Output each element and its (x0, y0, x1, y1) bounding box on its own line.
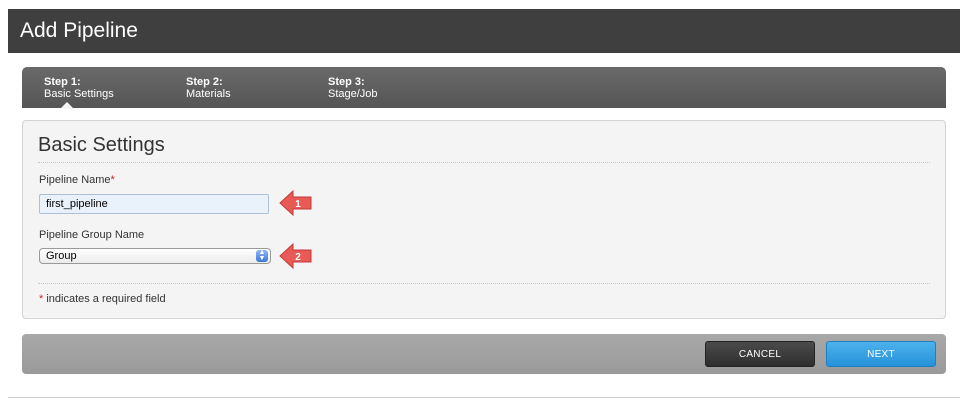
footnote-text: indicates a required field (43, 293, 166, 305)
required-mark: * (110, 174, 115, 186)
step-number: Step 2: (186, 76, 223, 88)
pipeline-name-input[interactable] (39, 194, 269, 214)
callout-arrow-2: 2 (279, 243, 312, 269)
callout-number-1: 1 (295, 199, 301, 210)
page-title: Add Pipeline (20, 19, 138, 42)
wizard-steps: Step 1: Basic Settings Step 2: Materials… (22, 67, 946, 109)
pipeline-name-label: Pipeline Name* (39, 174, 115, 186)
page-header: Add Pipeline (8, 9, 960, 53)
panel-title: Basic Settings (38, 134, 165, 156)
pipeline-name-label-text: Pipeline Name (39, 174, 111, 186)
step-number: Step 3: (328, 76, 365, 88)
step-name: Materials (186, 88, 231, 100)
step-materials[interactable]: Step 2: Materials (186, 76, 231, 100)
select-arrows-icon: ▲ ▼ (256, 249, 268, 262)
divider (38, 283, 930, 284)
pipeline-group-select[interactable]: Group ▲ ▼ (39, 248, 271, 264)
step-stage-job[interactable]: Step 3: Stage/Job (328, 76, 378, 100)
divider (38, 162, 930, 163)
required-footnote: * indicates a required field (39, 293, 166, 305)
wizard-footer: CANCEL NEXT (22, 334, 946, 374)
bottom-divider (8, 397, 960, 398)
callout-arrow-1: 1 (279, 190, 312, 216)
next-button[interactable]: NEXT (826, 341, 936, 367)
basic-settings-panel: Basic Settings Pipeline Name* 1 Pipeline… (22, 120, 946, 319)
active-step-indicator (60, 102, 74, 109)
step-number: Step 1: (44, 76, 81, 88)
cancel-button[interactable]: CANCEL (705, 341, 815, 367)
step-basic-settings[interactable]: Step 1: Basic Settings (44, 76, 114, 100)
step-name: Stage/Job (328, 88, 378, 100)
step-name: Basic Settings (44, 88, 114, 100)
callout-number-2: 2 (295, 252, 301, 263)
pipeline-group-value: Group (46, 250, 77, 262)
pipeline-group-label: Pipeline Group Name (39, 229, 145, 241)
